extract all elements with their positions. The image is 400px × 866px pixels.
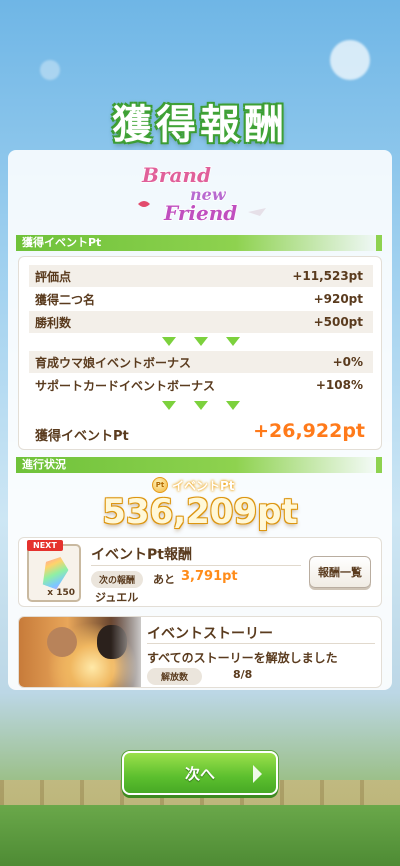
sparkle bbox=[330, 40, 370, 80]
story-card-title: イベントストーリー bbox=[147, 626, 273, 642]
down-arrow-icon bbox=[226, 401, 240, 410]
section-progress-header: 進行状況 bbox=[16, 457, 382, 473]
logo-line3: Friend bbox=[163, 201, 237, 225]
wing-icon bbox=[248, 208, 266, 216]
row-value: +0% bbox=[332, 355, 363, 369]
next-tag: NEXT bbox=[27, 540, 63, 551]
down-arrow-icon bbox=[162, 401, 176, 410]
table-row: 勝利数 +500pt bbox=[29, 311, 373, 333]
row-label: 勝利数 bbox=[35, 315, 72, 330]
table-row: 獲得二つ名 +920pt bbox=[29, 288, 373, 310]
table-row: 評価点 +11,523pt bbox=[29, 265, 373, 287]
unlocked-pill: 解放数 bbox=[147, 668, 203, 685]
down-arrow-icon bbox=[194, 337, 208, 346]
character-silhouette bbox=[47, 627, 77, 657]
row-value: +500pt bbox=[313, 315, 363, 329]
table-row: 育成ウマ娘イベントボーナス +0% bbox=[29, 351, 373, 373]
row-value: +108% bbox=[315, 378, 363, 392]
table-row: サポートカードイベントボーナス +108% bbox=[29, 374, 373, 396]
next-reward-pill: 次の報酬 bbox=[91, 571, 144, 588]
ribbon-icon bbox=[138, 201, 150, 207]
down-arrow-icon bbox=[162, 337, 176, 346]
page-title: 獲得報酬 bbox=[112, 102, 288, 148]
event-pt-label: イベントPt bbox=[172, 478, 235, 493]
event-logo: Brand new Friend bbox=[138, 162, 266, 226]
down-arrows bbox=[19, 337, 383, 346]
row-value: +920pt bbox=[313, 292, 363, 306]
reward-item-name: ジュエル bbox=[95, 591, 139, 604]
row-label: 評価点 bbox=[35, 269, 72, 284]
row-label: 育成ウマ娘イベントボーナス bbox=[35, 355, 192, 370]
image-fade bbox=[111, 617, 151, 687]
next-reward-item: NEXT x 150 bbox=[27, 540, 81, 602]
earned-points-table: 評価点 +11,523pt 獲得二つ名 +920pt 勝利数 +500pt 育成… bbox=[18, 256, 382, 450]
pt-coin-icon: Pt bbox=[152, 477, 168, 493]
reward-list-button[interactable]: 報酬一覧 bbox=[309, 556, 371, 588]
sparkle bbox=[40, 60, 60, 80]
reward-card-title: イベントPt報酬 bbox=[91, 547, 192, 563]
background-grass bbox=[0, 805, 400, 866]
jewel-icon bbox=[38, 553, 71, 591]
divider bbox=[91, 565, 301, 566]
event-reward-card: NEXT x 150 イベントPt報酬 次の報酬 あと 3,791pt ジュエル… bbox=[18, 537, 382, 607]
divider bbox=[147, 643, 375, 644]
section-earned-header: 獲得イベントPt bbox=[16, 235, 382, 251]
unlocked-value: 8/8 bbox=[233, 668, 253, 681]
row-label: 獲得二つ名 bbox=[35, 292, 96, 307]
row-label: サポートカードイベントボーナス bbox=[35, 378, 216, 393]
down-arrow-icon bbox=[226, 337, 240, 346]
down-arrows bbox=[19, 401, 383, 410]
next-button-label: 次へ bbox=[184, 764, 215, 783]
logo-line1: Brand bbox=[141, 163, 211, 187]
down-arrow-icon bbox=[194, 401, 208, 410]
next-button[interactable]: 次へ bbox=[122, 751, 278, 795]
row-value: +11,523pt bbox=[292, 269, 363, 283]
total-value: +26,922pt bbox=[253, 420, 365, 442]
total-label: 獲得イベントPt bbox=[35, 429, 129, 444]
remaining-value: 3,791pt bbox=[181, 569, 238, 584]
remaining-prefix: あと bbox=[153, 573, 175, 586]
event-pt-total: 536,209pt bbox=[102, 492, 298, 532]
event-story-card[interactable]: イベントストーリー すべてのストーリーを解放しました 解放数 8/8 bbox=[18, 616, 382, 688]
story-status: すべてのストーリーを解放しました bbox=[147, 651, 338, 665]
chevron-right-icon bbox=[253, 765, 262, 783]
reward-qty: x 150 bbox=[47, 588, 75, 598]
